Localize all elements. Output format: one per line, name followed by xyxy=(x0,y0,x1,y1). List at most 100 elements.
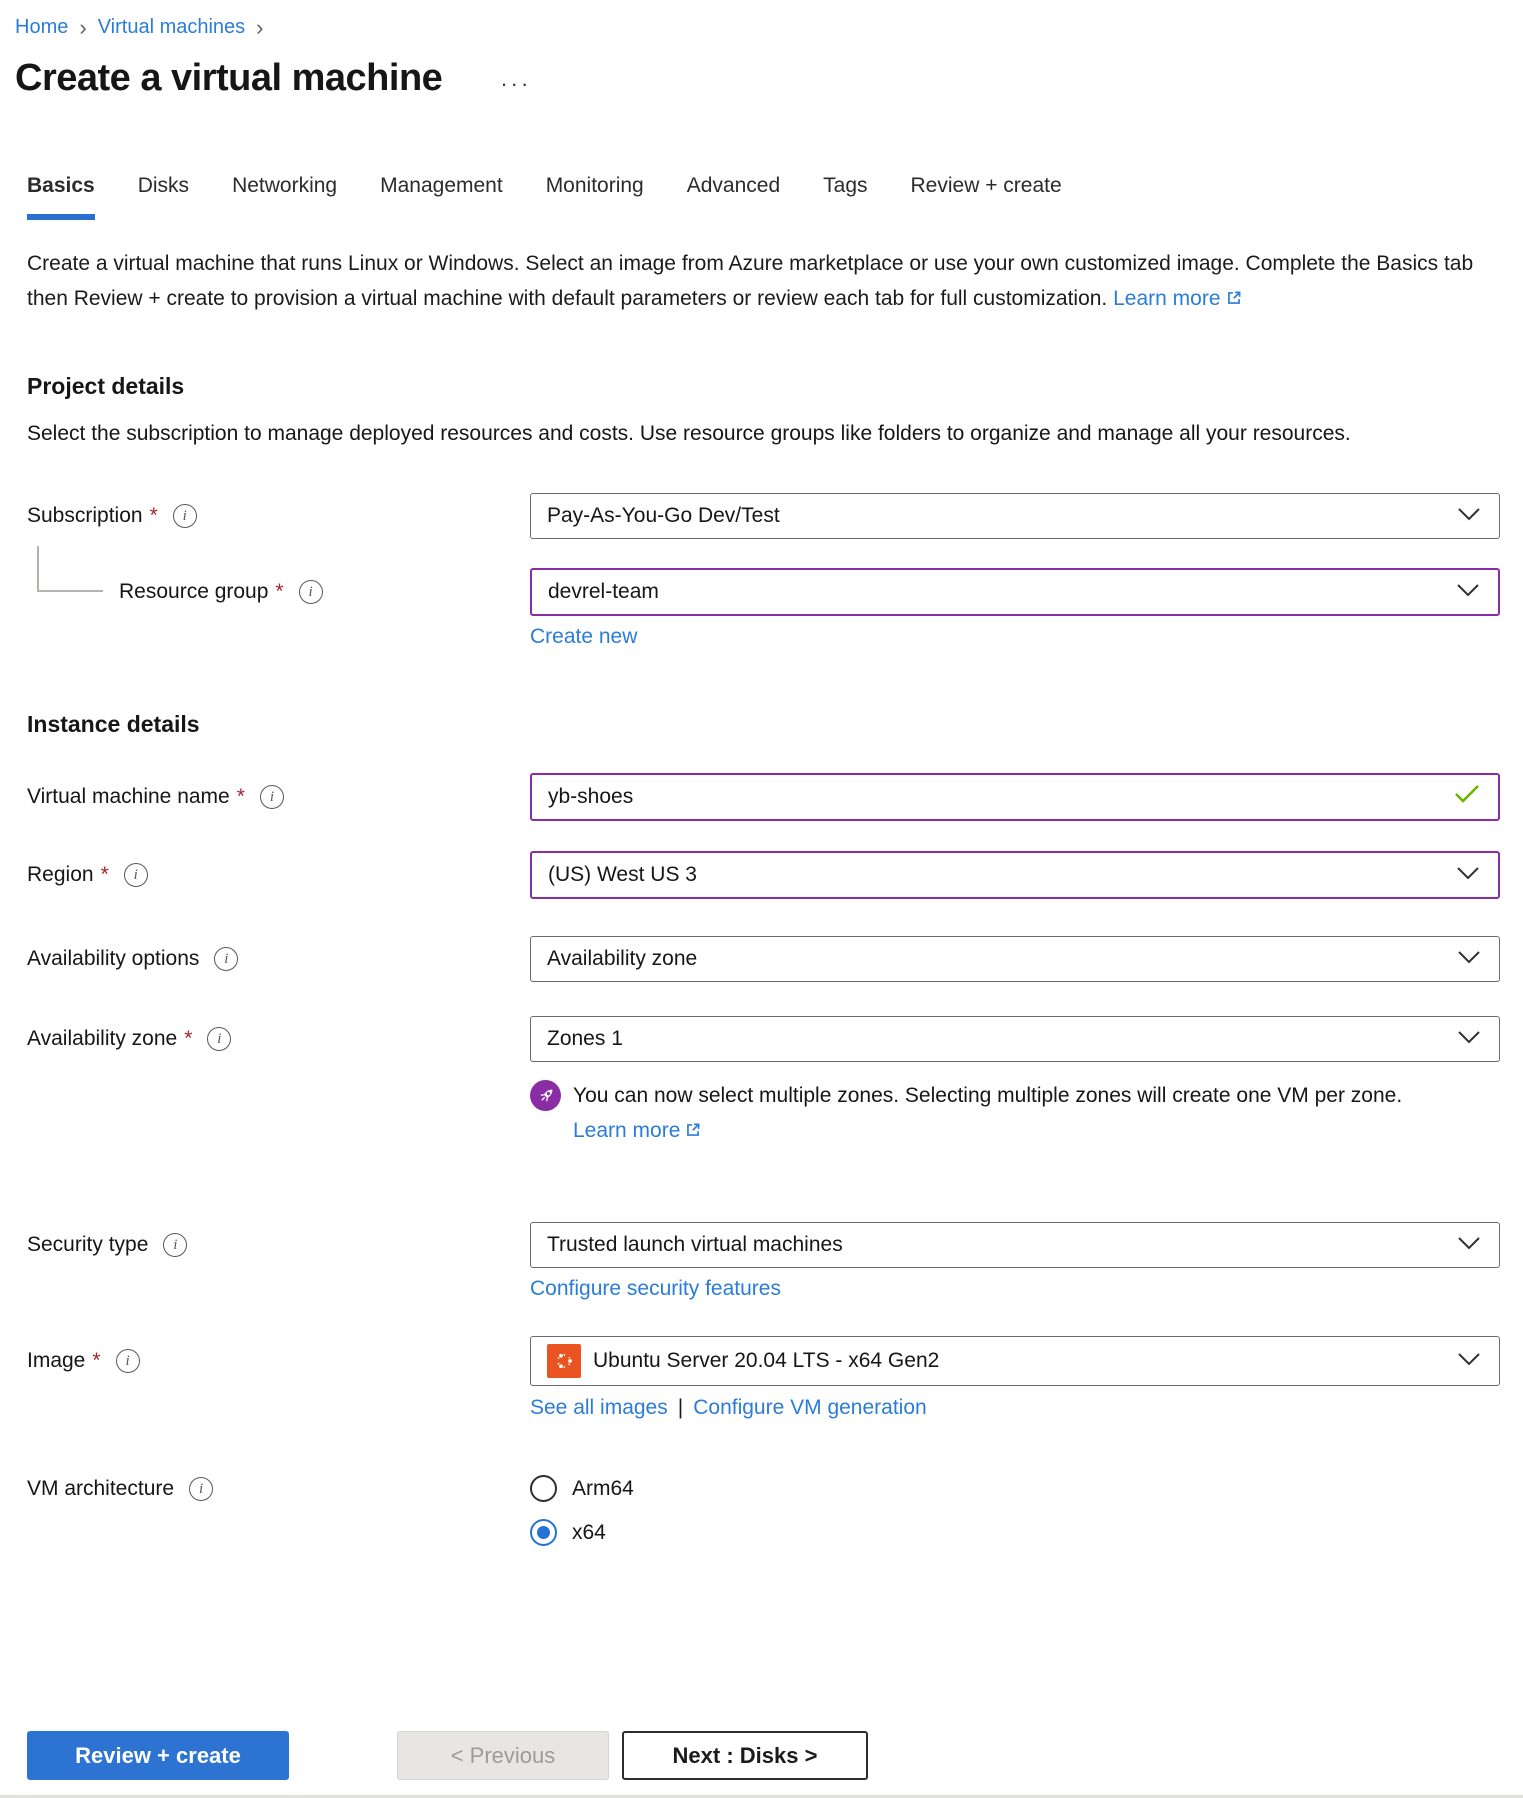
availability-options-value: Availability zone xyxy=(547,947,697,971)
radio-arm64[interactable]: Arm64 xyxy=(530,1475,1500,1502)
page-title: Create a virtual machine xyxy=(15,57,442,100)
vm-name-value: yb-shoes xyxy=(548,785,633,809)
security-type-label: Security type xyxy=(27,1233,148,1257)
image-value: Ubuntu Server 20.04 LTS - x64 Gen2 xyxy=(593,1349,939,1373)
previous-button[interactable]: < Previous xyxy=(397,1731,609,1780)
vm-name-row: Virtual machine name * i yb-shoes xyxy=(27,773,1500,821)
breadcrumb-link-virtual-machines[interactable]: Virtual machines xyxy=(98,16,245,39)
subscription-row: Subscription * i Pay-As-You-Go Dev/Test xyxy=(27,493,1500,539)
vm-architecture-radio-group: Arm64 x64 xyxy=(530,1475,1500,1546)
region-value: (US) West US 3 xyxy=(548,863,697,887)
tab-advanced[interactable]: Advanced xyxy=(687,174,780,220)
chevron-down-icon xyxy=(1456,863,1480,887)
security-type-value: Trusted launch virtual machines xyxy=(547,1233,843,1257)
chevron-down-icon xyxy=(1457,1027,1481,1051)
availability-zone-value: Zones 1 xyxy=(547,1027,623,1051)
radio-unselected-icon xyxy=(530,1475,557,1502)
tab-monitoring[interactable]: Monitoring xyxy=(546,174,644,220)
required-asterisk: * xyxy=(150,504,158,528)
radio-x64-label: x64 xyxy=(572,1521,606,1545)
resource-group-value: devrel-team xyxy=(548,580,659,604)
tab-management[interactable]: Management xyxy=(380,174,503,220)
wizard-footer: Review + create < Previous Next : Disks … xyxy=(27,1731,1500,1798)
tab-tags[interactable]: Tags xyxy=(823,174,867,220)
chevron-down-icon xyxy=(1457,947,1481,971)
radio-x64[interactable]: x64 xyxy=(530,1519,1500,1546)
link-divider: | xyxy=(678,1396,683,1420)
required-asterisk: * xyxy=(92,1349,100,1373)
required-asterisk: * xyxy=(237,785,245,809)
external-link-icon xyxy=(1225,283,1243,318)
vm-architecture-label: VM architecture xyxy=(27,1477,174,1501)
tab-bar: Basics Disks Networking Management Monit… xyxy=(27,174,1500,220)
info-icon[interactable]: i xyxy=(299,580,323,604)
info-icon[interactable]: i xyxy=(260,785,284,809)
subscription-value: Pay-As-You-Go Dev/Test xyxy=(547,504,780,528)
info-icon[interactable]: i xyxy=(116,1349,140,1373)
zones-note-learn-more-link[interactable]: Learn more xyxy=(573,1119,680,1142)
breadcrumb-separator-icon: › xyxy=(256,18,263,38)
configure-vm-generation-link[interactable]: Configure VM generation xyxy=(693,1396,926,1420)
availability-zone-select[interactable]: Zones 1 xyxy=(530,1016,1500,1062)
info-icon[interactable]: i xyxy=(173,504,197,528)
vm-architecture-row: VM architecture i Arm64 x64 xyxy=(27,1475,1500,1546)
required-asterisk: * xyxy=(101,863,109,887)
chevron-down-icon xyxy=(1457,1349,1481,1373)
chevron-down-icon xyxy=(1457,504,1481,528)
intro-text: Create a virtual machine that runs Linux… xyxy=(27,252,1473,310)
page-header: Create a virtual machine ··· xyxy=(15,57,1500,100)
create-new-resource-group-link[interactable]: Create new xyxy=(530,625,637,648)
vm-name-label: Virtual machine name xyxy=(27,785,230,809)
review-create-button[interactable]: Review + create xyxy=(27,1731,289,1780)
intro-paragraph: Create a virtual machine that runs Linux… xyxy=(27,246,1489,318)
resource-group-select[interactable]: devrel-team xyxy=(530,568,1500,616)
subscription-select[interactable]: Pay-As-You-Go Dev/Test xyxy=(530,493,1500,539)
rocket-icon xyxy=(530,1080,561,1111)
required-asterisk: * xyxy=(275,580,283,604)
subscription-label: Subscription xyxy=(27,504,143,528)
region-label: Region xyxy=(27,863,94,887)
info-icon[interactable]: i xyxy=(207,1027,231,1051)
image-label: Image xyxy=(27,1349,85,1373)
security-type-select[interactable]: Trusted launch virtual machines xyxy=(530,1222,1500,1268)
project-details-description: Select the subscription to manage deploy… xyxy=(27,416,1489,451)
info-icon[interactable]: i xyxy=(124,863,148,887)
breadcrumb: Home › Virtual machines › xyxy=(15,16,1500,39)
next-disks-button[interactable]: Next : Disks > xyxy=(622,1731,868,1780)
image-select[interactable]: Ubuntu Server 20.04 LTS - x64 Gen2 xyxy=(530,1336,1500,1386)
availability-options-row: Availability options i Availability zone xyxy=(27,936,1500,982)
resource-group-row: Resource group * i devrel-team xyxy=(27,568,1500,616)
ubuntu-logo-icon xyxy=(547,1344,581,1378)
project-details-heading: Project details xyxy=(27,373,1500,400)
configure-security-features-link[interactable]: Configure security features xyxy=(530,1277,781,1300)
chevron-down-icon xyxy=(1457,1233,1481,1257)
availability-options-label: Availability options xyxy=(27,947,199,971)
image-row: Image * i Ubun xyxy=(27,1336,1500,1386)
chevron-down-icon xyxy=(1456,580,1480,604)
availability-options-select[interactable]: Availability zone xyxy=(530,936,1500,982)
tab-networking[interactable]: Networking xyxy=(232,174,337,220)
tab-basics[interactable]: Basics xyxy=(27,174,95,220)
hierarchy-connector-line xyxy=(37,546,103,592)
resource-group-label: Resource group xyxy=(119,580,268,604)
breadcrumb-link-home[interactable]: Home xyxy=(15,16,68,39)
info-icon[interactable]: i xyxy=(214,947,238,971)
region-row: Region * i (US) West US 3 xyxy=(27,851,1500,899)
info-icon[interactable]: i xyxy=(189,1477,213,1501)
tab-disks[interactable]: Disks xyxy=(138,174,189,220)
vm-name-input[interactable]: yb-shoes xyxy=(530,773,1500,821)
radio-selected-icon xyxy=(530,1519,557,1546)
security-type-row: Security type i Trusted launch virtual m… xyxy=(27,1222,1500,1268)
tab-review-create[interactable]: Review + create xyxy=(911,174,1062,220)
zones-note-text: You can now select multiple zones. Selec… xyxy=(573,1084,1402,1107)
region-select[interactable]: (US) West US 3 xyxy=(530,851,1500,899)
intro-learn-more-link[interactable]: Learn more xyxy=(1113,287,1220,310)
required-asterisk: * xyxy=(184,1027,192,1051)
valid-check-icon xyxy=(1454,784,1480,810)
instance-details-heading: Instance details xyxy=(27,711,1500,738)
see-all-images-link[interactable]: See all images xyxy=(530,1396,668,1420)
info-icon[interactable]: i xyxy=(163,1233,187,1257)
breadcrumb-separator-icon: › xyxy=(79,18,86,38)
more-options-button[interactable]: ··· xyxy=(500,69,531,89)
external-link-icon xyxy=(684,1115,702,1150)
